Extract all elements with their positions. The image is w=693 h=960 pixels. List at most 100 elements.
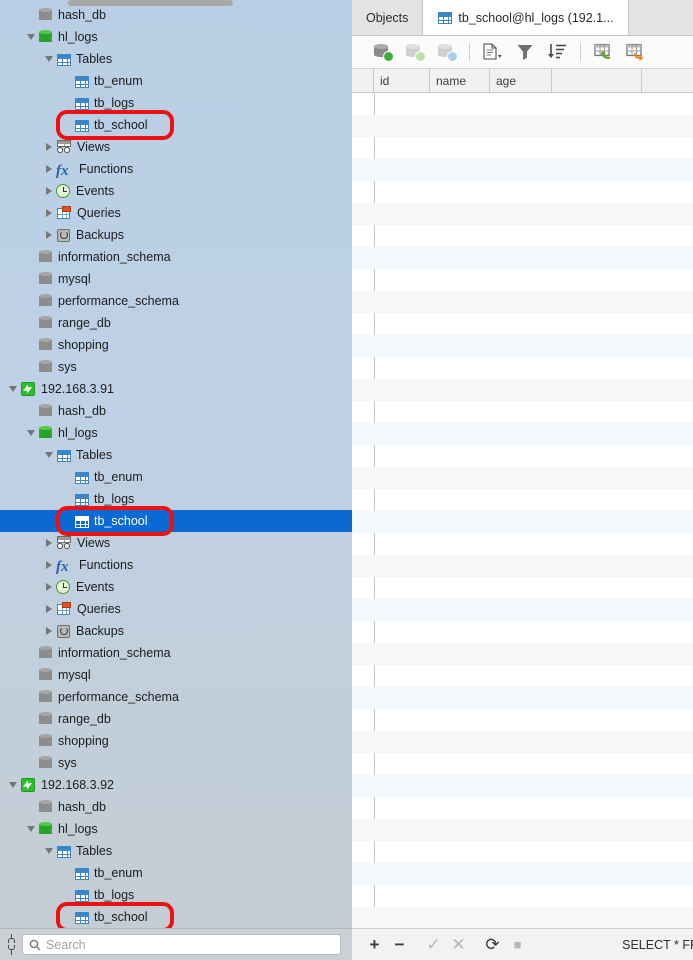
tree-item-functions[interactable]: fx Functions bbox=[0, 554, 352, 576]
queries-icon bbox=[56, 206, 72, 220]
tree-item-queries[interactable]: Queries bbox=[0, 598, 352, 620]
column-header-id[interactable]: id bbox=[374, 69, 430, 92]
chevron-right-icon[interactable] bbox=[42, 576, 56, 598]
database-icon bbox=[38, 271, 53, 287]
export-wizard-button[interactable] bbox=[620, 38, 652, 66]
tree-item-tb-school[interactable]: tb_school bbox=[0, 114, 352, 136]
database-icon bbox=[38, 7, 53, 23]
chevron-right-icon[interactable] bbox=[42, 598, 56, 620]
tree-item-views[interactable]: Views bbox=[0, 136, 352, 158]
tree-item-tb-school[interactable]: tb_school bbox=[0, 510, 352, 532]
database-open-icon bbox=[38, 425, 53, 441]
commit-button[interactable] bbox=[398, 38, 430, 66]
chevron-down-icon[interactable] bbox=[24, 26, 38, 48]
chevron-right-icon[interactable] bbox=[42, 136, 56, 158]
tree-item-label: mysql bbox=[58, 272, 91, 286]
chevron-right-icon[interactable] bbox=[42, 202, 56, 224]
table-data-pane: Objects tb_school@hl_logs (192.1... id nam… bbox=[352, 0, 693, 960]
data-grid[interactable] bbox=[352, 93, 693, 928]
chevron-right-icon[interactable] bbox=[42, 180, 56, 202]
tree-item-functions[interactable]: fx Functions bbox=[0, 158, 352, 180]
chevron-down-icon[interactable] bbox=[6, 378, 20, 400]
tree-item-shopping[interactable]: shopping bbox=[0, 334, 352, 356]
tree-item-range-db[interactable]: range_db bbox=[0, 312, 352, 334]
tree-item-tb-logs[interactable]: tb_logs bbox=[0, 884, 352, 906]
tree-item-192-168-3-92[interactable]: 192.168.3.92 bbox=[0, 774, 352, 796]
tree-item-queries[interactable]: Queries bbox=[0, 202, 352, 224]
tree-item-information-schema[interactable]: information_schema bbox=[0, 246, 352, 268]
tree-item-information-schema[interactable]: information_schema bbox=[0, 642, 352, 664]
column-header-name[interactable]: name bbox=[430, 69, 490, 92]
tree-item-hl-logs[interactable]: hl_logs bbox=[0, 422, 352, 444]
tree-item-tables[interactable]: Tables bbox=[0, 48, 352, 70]
tree-item-range-db[interactable]: range_db bbox=[0, 708, 352, 730]
tree-item-label: hash_db bbox=[58, 404, 106, 418]
chevron-right-icon[interactable] bbox=[42, 224, 56, 246]
queries-icon bbox=[56, 602, 72, 616]
filter-button[interactable] bbox=[509, 38, 541, 66]
tree-item-tb-enum[interactable]: tb_enum bbox=[0, 466, 352, 488]
tree-item-192-168-3-91[interactable]: 192.168.3.91 bbox=[0, 378, 352, 400]
tree-item-tb-enum[interactable]: tb_enum bbox=[0, 70, 352, 92]
chevron-right-icon[interactable] bbox=[42, 620, 56, 642]
column-header-age[interactable]: age bbox=[490, 69, 552, 92]
tree-item-tables[interactable]: Tables bbox=[0, 444, 352, 466]
tree-item-label: performance_schema bbox=[58, 294, 179, 308]
tree-item-tb-logs[interactable]: tb_logs bbox=[0, 92, 352, 114]
chevron-down-icon[interactable] bbox=[42, 48, 56, 70]
events-clock-icon bbox=[56, 579, 71, 595]
tree-item-hl-logs[interactable]: hl_logs bbox=[0, 26, 352, 48]
tree-item-views[interactable]: Views bbox=[0, 532, 352, 554]
tree-item-hash-db[interactable]: hash_db bbox=[0, 400, 352, 422]
tree-item-hash-db[interactable]: hash_db bbox=[0, 4, 352, 26]
chevron-right-icon[interactable] bbox=[42, 554, 56, 576]
sort-button[interactable] bbox=[541, 38, 573, 66]
refresh-button[interactable]: ⟳ bbox=[480, 932, 505, 958]
table-export-icon bbox=[626, 43, 644, 61]
tree-item-mysql[interactable]: mysql bbox=[0, 664, 352, 686]
chevron-down-icon[interactable] bbox=[6, 774, 20, 796]
tree-item-tb-school[interactable]: tb_school bbox=[0, 906, 352, 928]
form-view-button[interactable] bbox=[477, 38, 509, 66]
table-icon bbox=[74, 911, 89, 924]
search-box[interactable] bbox=[22, 934, 341, 955]
tree-item-hl-logs[interactable]: hl_logs bbox=[0, 818, 352, 840]
begin-transaction-button[interactable] bbox=[366, 38, 398, 66]
add-record-button[interactable]: + bbox=[362, 932, 387, 958]
tree-item-events[interactable]: Events bbox=[0, 576, 352, 598]
tree-item-tb-logs[interactable]: tb_logs bbox=[0, 488, 352, 510]
column-header-filler[interactable] bbox=[552, 69, 642, 92]
tree-item-backups[interactable]: Backups bbox=[0, 224, 352, 246]
database-icon bbox=[38, 733, 53, 749]
import-wizard-button[interactable] bbox=[588, 38, 620, 66]
tree-item-tb-enum[interactable]: tb_enum bbox=[0, 862, 352, 884]
chevron-right-icon[interactable] bbox=[42, 158, 56, 180]
chevron-down-icon[interactable] bbox=[42, 444, 56, 466]
tree-item-tables[interactable]: Tables bbox=[0, 840, 352, 862]
grid-row-band bbox=[352, 115, 693, 137]
chevron-down-icon[interactable] bbox=[24, 818, 38, 840]
chevron-right-icon[interactable] bbox=[42, 532, 56, 554]
delete-record-button[interactable]: − bbox=[387, 932, 412, 958]
tree-item-sys[interactable]: sys bbox=[0, 752, 352, 774]
tab-bar: Objects tb_school@hl_logs (192.1... bbox=[352, 0, 693, 36]
tab-objects[interactable]: Objects bbox=[352, 0, 424, 35]
tree-item-hash-db[interactable]: hash_db bbox=[0, 796, 352, 818]
tree-item-mysql[interactable]: mysql bbox=[0, 268, 352, 290]
tree-item-performance-schema[interactable]: performance_schema bbox=[0, 686, 352, 708]
tree-item-performance-schema[interactable]: performance_schema bbox=[0, 290, 352, 312]
chevron-down-icon[interactable] bbox=[24, 422, 38, 444]
tab-table-data[interactable]: tb_school@hl_logs (192.1... bbox=[423, 0, 629, 35]
tree-item-shopping[interactable]: shopping bbox=[0, 730, 352, 752]
tree-item-backups[interactable]: Backups bbox=[0, 620, 352, 642]
tree-item-events[interactable]: Events bbox=[0, 180, 352, 202]
search-input[interactable] bbox=[46, 937, 334, 952]
tree-item-sys[interactable]: sys bbox=[0, 356, 352, 378]
rollback-button[interactable] bbox=[430, 38, 462, 66]
tree-item-label: Backups bbox=[76, 228, 124, 242]
search-icon bbox=[29, 939, 41, 950]
chevron-down-icon[interactable] bbox=[42, 840, 56, 862]
